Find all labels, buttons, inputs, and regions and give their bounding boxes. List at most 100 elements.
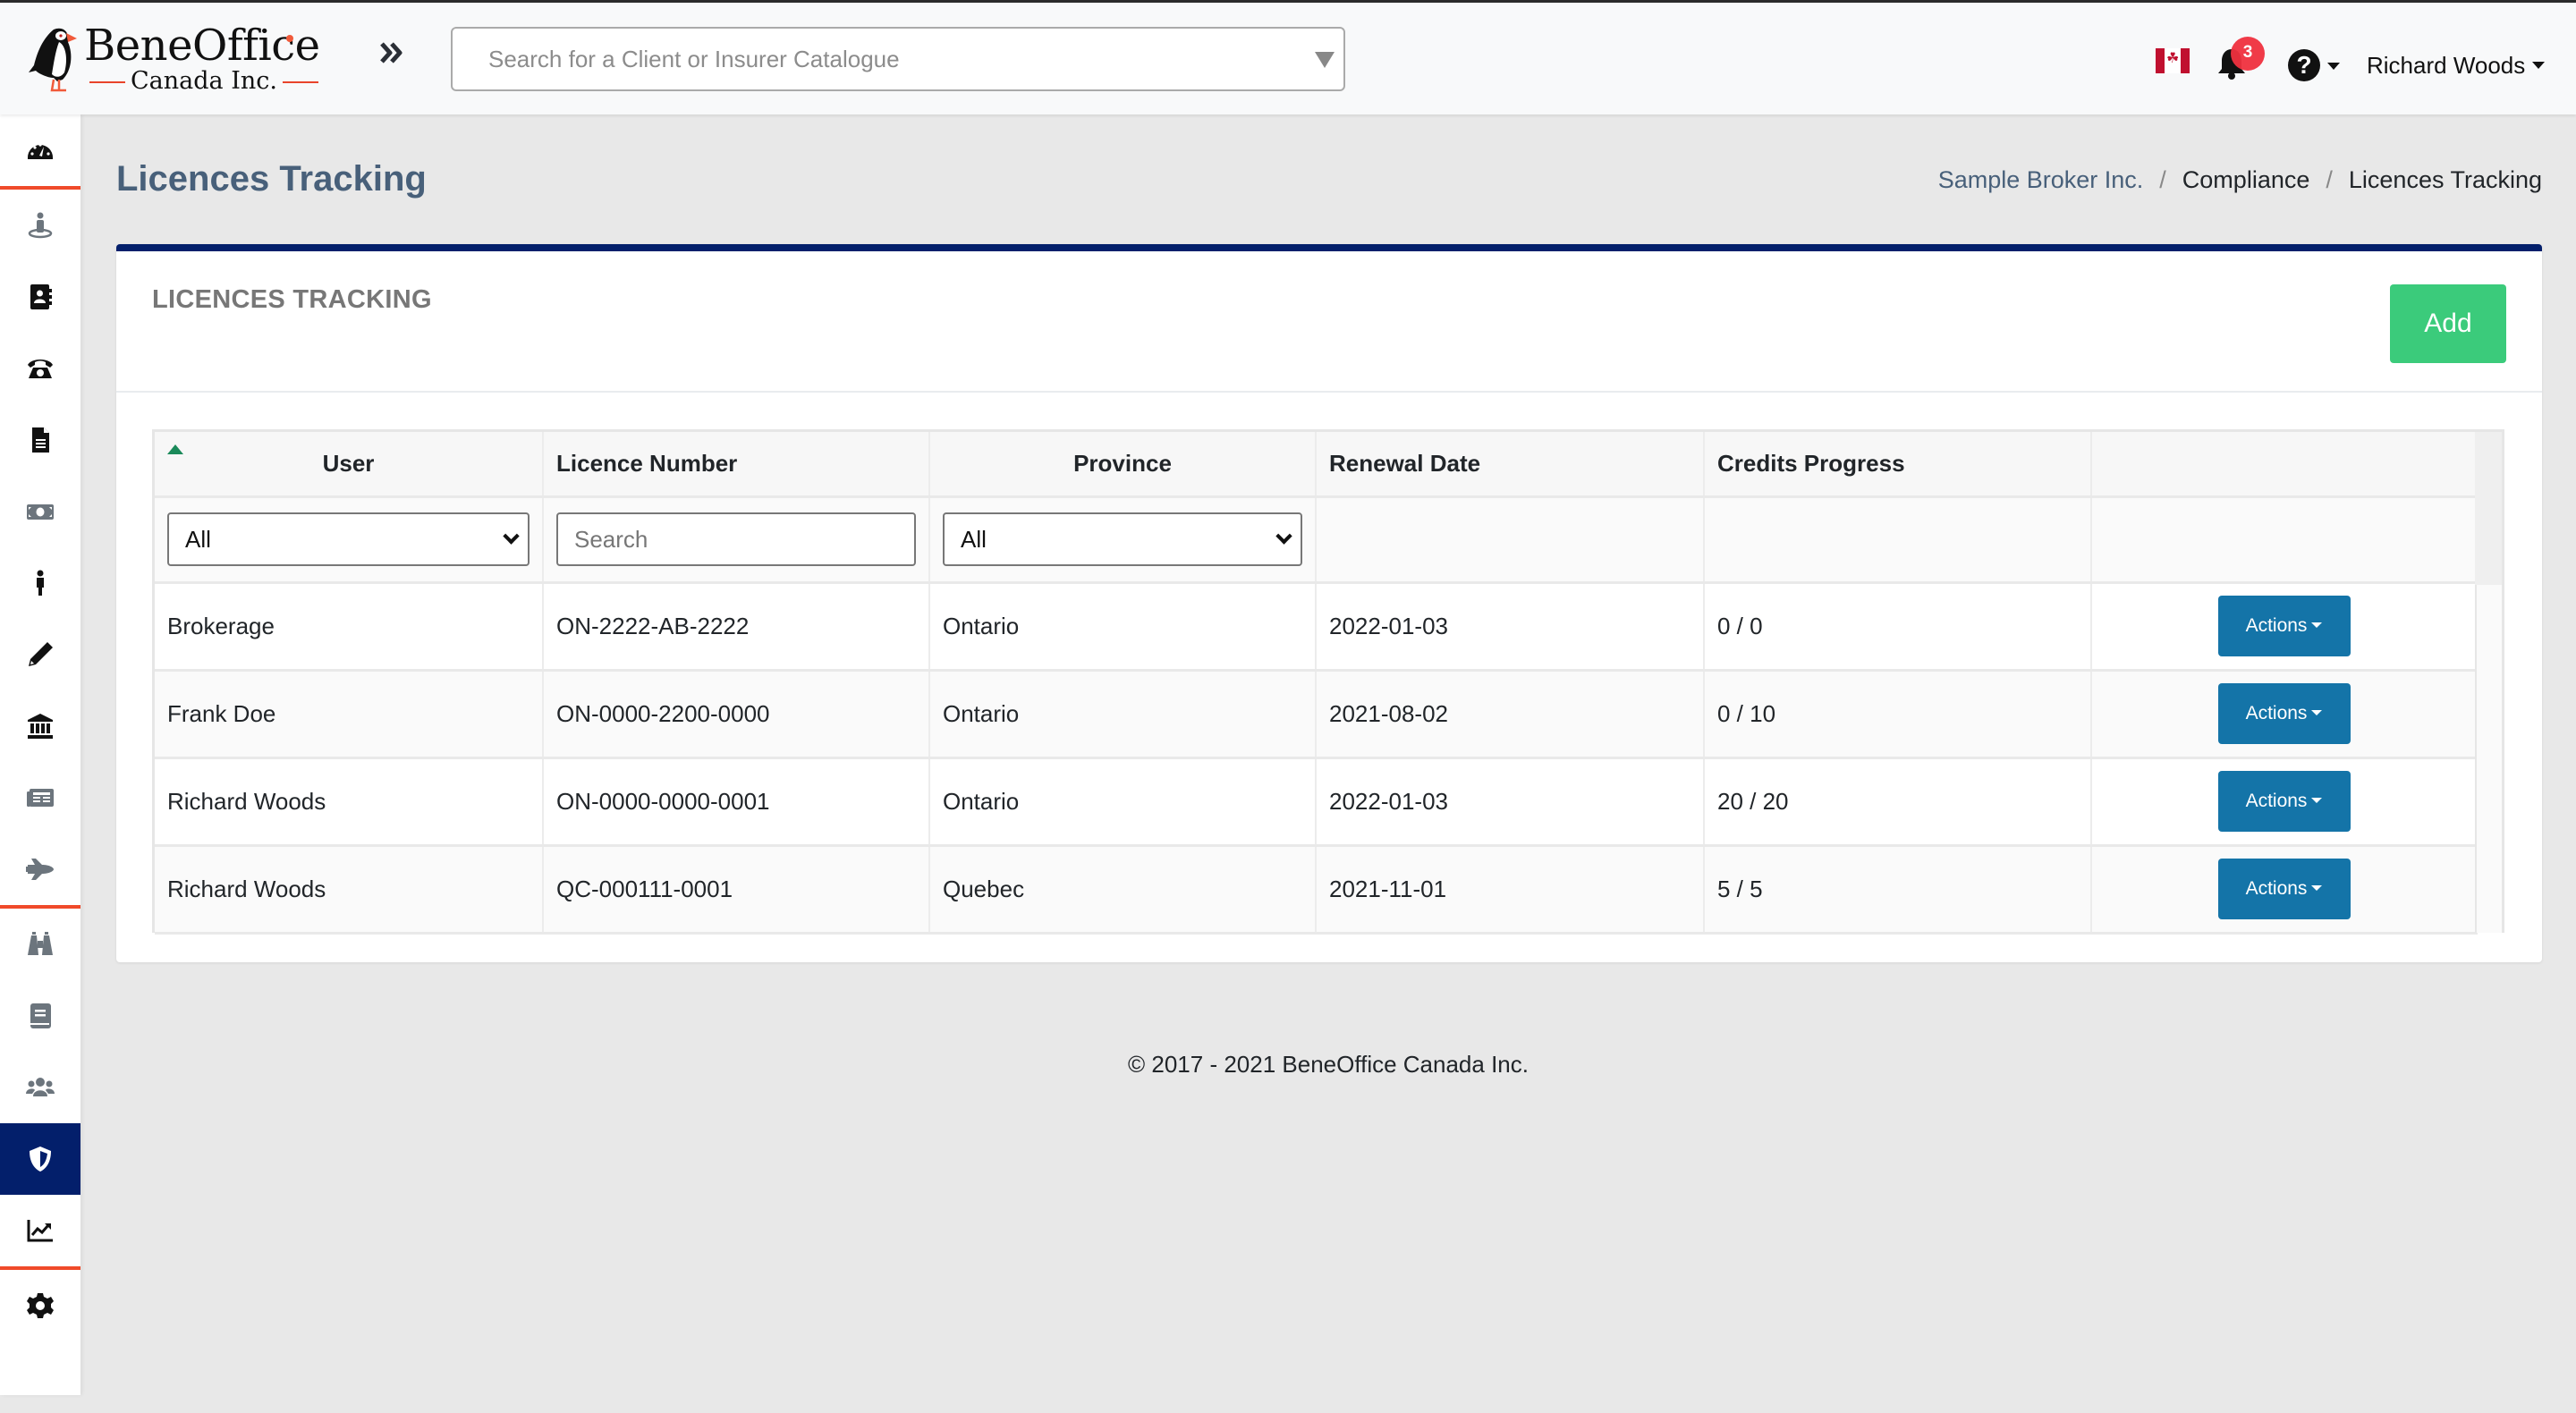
- actions-dropdown-button[interactable]: Actions: [2217, 771, 2351, 832]
- user-menu-dropdown[interactable]: Richard Woods: [2367, 47, 2546, 83]
- book-icon: [30, 1003, 51, 1028]
- licences-table-container: User Licence Number Province Renewal Dat…: [152, 429, 2504, 935]
- maple-leaf-icon: [2165, 48, 2181, 73]
- address-book-icon: [30, 284, 52, 309]
- table-header-row: User Licence Number Province Renewal Dat…: [155, 432, 2478, 498]
- add-licence-button[interactable]: Add: [2390, 284, 2506, 363]
- cell-user: Richard Woods: [155, 845, 544, 935]
- cell-user: Richard Woods: [155, 757, 544, 847]
- sidebar-item-people[interactable]: [0, 547, 80, 619]
- cell-credits-progress: 20 / 20: [1704, 757, 2092, 847]
- sidebar-item-team[interactable]: [0, 1052, 80, 1123]
- table-filter-row: All All: [155, 496, 2478, 584]
- question-circle-icon[interactable]: ?: [2288, 49, 2320, 81]
- cell-province: Ontario: [929, 670, 1317, 759]
- table-scrollbar[interactable]: [2475, 585, 2502, 933]
- column-header-credits-progress[interactable]: Credits Progress: [1704, 432, 2092, 498]
- breadcrumb-item-broker[interactable]: Sample Broker Inc.: [1938, 166, 2144, 194]
- licence-number-search-input[interactable]: [556, 512, 916, 566]
- users-icon: [26, 1078, 55, 1096]
- puffin-logo-icon: [29, 28, 77, 92]
- cell-licence-number: ON-0000-2200-0000: [543, 670, 930, 759]
- table-scrollbar-header: [2475, 432, 2502, 585]
- cell-user: Frank Doe: [155, 670, 544, 759]
- pencil-icon: [29, 642, 53, 666]
- column-header-renewal-date[interactable]: Renewal Date: [1316, 432, 1705, 498]
- global-search-input[interactable]: [453, 29, 1293, 89]
- card-title: LICENCES TRACKING: [152, 285, 432, 314]
- double-chevron-right-icon: [380, 42, 402, 63]
- table-row: Richard Woods ON-0000-0000-0001 Ontario …: [155, 757, 2478, 847]
- global-search-combobox[interactable]: [451, 27, 1345, 91]
- sidebar-nav: [0, 114, 80, 1395]
- column-header-actions: [2091, 432, 2478, 498]
- sidebar-item-billing[interactable]: [0, 476, 80, 547]
- sidebar-item-launch[interactable]: [0, 833, 80, 905]
- actions-label: Actions: [2245, 878, 2308, 899]
- sort-ascending-icon: [167, 444, 183, 454]
- breadcrumb-item-current: Licences Tracking: [2348, 166, 2542, 193]
- sidebar-item-prospecting[interactable]: [0, 909, 80, 980]
- actions-dropdown-button[interactable]: Actions: [2217, 859, 2351, 919]
- cell-credits-progress: 0 / 10: [1704, 670, 2092, 759]
- user-filter-select[interactable]: All: [167, 512, 530, 566]
- breadcrumb-separator: /: [2326, 166, 2333, 193]
- table-row: Brokerage ON-2222-AB-2222 Ontario 2022-0…: [155, 582, 2478, 672]
- sidebar-item-documents[interactable]: [0, 404, 80, 476]
- sidebar-item-clients[interactable]: [0, 190, 80, 261]
- sidebar-item-catalogue[interactable]: [0, 980, 80, 1052]
- column-header-province[interactable]: Province: [929, 432, 1317, 498]
- gear-icon: [27, 1293, 54, 1318]
- caret-down-icon: [2532, 62, 2546, 70]
- cell-province: Ontario: [929, 582, 1317, 672]
- sidebar-item-compliance[interactable]: [0, 1123, 80, 1195]
- cell-credits-progress: 0 / 0: [1704, 582, 2092, 672]
- sidebar-item-reports[interactable]: [0, 1195, 80, 1266]
- table-row: Richard Woods QC-000111-0001 Quebec 2021…: [155, 845, 2478, 935]
- column-header-licence-number[interactable]: Licence Number: [543, 432, 930, 498]
- cell-credits-progress: 5 / 5: [1704, 845, 2092, 935]
- cell-renewal-date: 2021-08-02: [1316, 670, 1705, 759]
- person-icon: [37, 570, 44, 596]
- actions-dropdown-button[interactable]: Actions: [2217, 596, 2351, 656]
- column-header-user[interactable]: User: [155, 432, 544, 498]
- page-title: Licences Tracking: [116, 159, 427, 199]
- breadcrumb-item-compliance[interactable]: Compliance: [2182, 166, 2310, 194]
- licences-table: User Licence Number Province Renewal Dat…: [155, 432, 2478, 935]
- sidebar-item-news[interactable]: [0, 762, 80, 833]
- help-caret-down-icon[interactable]: [2327, 63, 2340, 70]
- breadcrumb: Sample Broker Inc. / Compliance / Licenc…: [1938, 166, 2542, 194]
- caret-down-icon: [2311, 709, 2323, 715]
- document-icon: [32, 427, 49, 453]
- dropdown-caret-icon[interactable]: [1315, 52, 1335, 68]
- actions-label: Actions: [2245, 791, 2308, 811]
- notification-count-badge[interactable]: 3: [2231, 37, 2265, 71]
- sidebar-item-notes[interactable]: [0, 619, 80, 690]
- cell-licence-number: ON-2222-AB-2222: [543, 582, 930, 672]
- cell-licence-number: ON-0000-0000-0001: [543, 757, 930, 847]
- caret-down-icon: [2311, 884, 2323, 891]
- language-switch-canada-flag[interactable]: [2156, 48, 2190, 73]
- money-bill-icon: [27, 504, 54, 520]
- cell-user: Brokerage: [155, 582, 544, 672]
- logo-subtitle: Canada Inc.: [84, 67, 313, 95]
- chart-line-icon: [27, 1220, 53, 1242]
- sidebar-expand-button[interactable]: [374, 35, 410, 71]
- actions-dropdown-button[interactable]: Actions: [2217, 683, 2351, 744]
- sidebar-item-contacts[interactable]: [0, 261, 80, 333]
- province-filter-select[interactable]: All: [943, 512, 1302, 566]
- newspaper-icon: [27, 789, 54, 807]
- card-header-divider: [116, 391, 2542, 393]
- sidebar-item-dashboard[interactable]: [0, 114, 80, 186]
- dashboard-gauge-icon: [28, 143, 53, 159]
- brand-logo[interactable]: BeneOffice Canada Inc.: [27, 21, 322, 96]
- logo-accent-dot: [286, 35, 293, 42]
- space-shuttle-icon: [26, 859, 54, 880]
- sidebar-item-calls[interactable]: [0, 333, 80, 404]
- actions-label: Actions: [2245, 703, 2308, 723]
- breadcrumb-separator: /: [2159, 166, 2166, 193]
- licences-tracking-card: LICENCES TRACKING Add User Licence Numbe…: [116, 244, 2542, 962]
- client-person-icon: [28, 212, 53, 239]
- sidebar-item-insurers[interactable]: [0, 690, 80, 762]
- sidebar-item-settings[interactable]: [0, 1270, 80, 1341]
